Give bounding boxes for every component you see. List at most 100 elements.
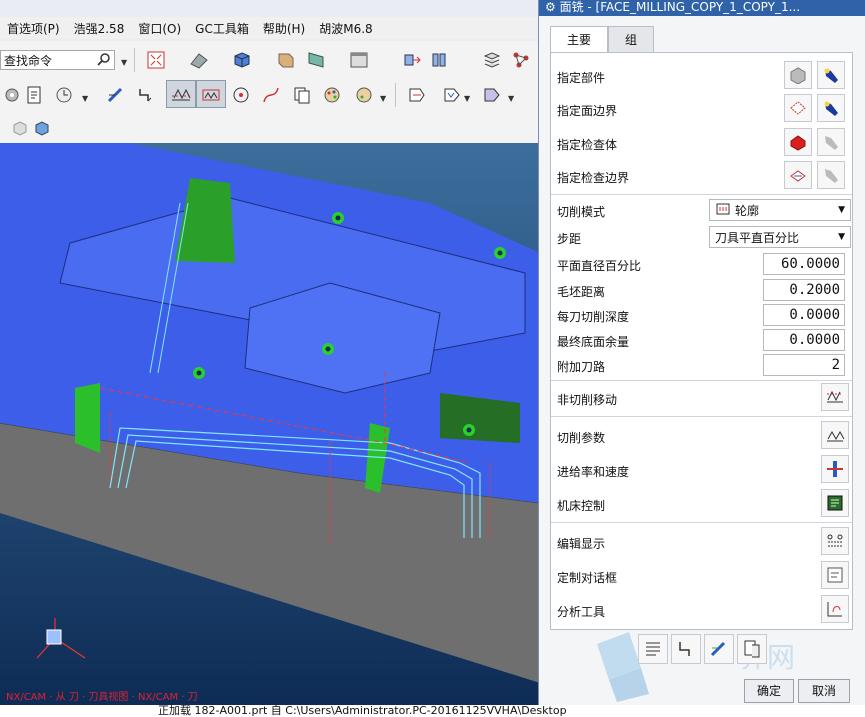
flat-percent-input[interactable]: 60.0000: [763, 253, 845, 275]
stepover-select[interactable]: 刀具平直百分比 ▼: [709, 226, 851, 248]
feeds-speeds-icon[interactable]: [821, 455, 849, 483]
chevron-down-icon[interactable]: ▼: [508, 94, 514, 103]
color-settings-icon[interactable]: [352, 83, 376, 107]
customize-dialog-icon[interactable]: [821, 561, 849, 589]
customize-dialog-row: 定制对话框: [557, 561, 849, 591]
list-icon[interactable]: [638, 634, 668, 664]
target-icon[interactable]: [229, 83, 253, 107]
solid-cube-icon[interactable]: [30, 116, 54, 140]
network-icon[interactable]: [509, 48, 533, 72]
toolpath-replay-icon[interactable]: [671, 634, 701, 664]
menu-preferences[interactable]: 首选项(P): [0, 20, 67, 37]
blank-distance-label: 毛坯距离: [557, 285, 606, 299]
palette-icon[interactable]: [320, 83, 344, 107]
tab-main[interactable]: 主要: [550, 26, 609, 53]
menu-window[interactable]: 窗口(O): [131, 20, 188, 37]
part-model[interactable]: [0, 143, 540, 705]
blank-distance-input[interactable]: 0.2000: [763, 279, 845, 301]
dialog-title: ⚙ 面铣 - [FACE_MILLING_COPY_1_COPY_1...: [539, 0, 865, 16]
tab-group[interactable]: 组: [608, 26, 655, 53]
chevron-down-icon[interactable]: ▼: [464, 94, 470, 103]
dialog-tabs: 主要 组: [550, 26, 655, 53]
list-toolpath-icon[interactable]: [737, 634, 767, 664]
divider: [551, 522, 852, 523]
non-cutting-moves-label: 非切削移动: [557, 393, 618, 407]
chevron-down-icon[interactable]: ▼: [121, 58, 127, 67]
assembly-constraint-icon[interactable]: [427, 48, 451, 72]
gear-icon[interactable]: [0, 83, 24, 107]
check-boundary-icon[interactable]: [784, 161, 812, 189]
clipping-plane-icon[interactable]: [304, 48, 328, 72]
flashlight-icon[interactable]: [817, 94, 845, 122]
stepover-label: 步距: [557, 232, 582, 246]
flashlight-disabled-icon[interactable]: [817, 128, 845, 156]
face-boundary-icon[interactable]: [784, 94, 812, 122]
postprocess-icon[interactable]: [480, 83, 504, 107]
render-style-icon[interactable]: [187, 48, 211, 72]
simulate-icon[interactable]: [405, 83, 429, 107]
graphics-viewport[interactable]: NX/CAM · 从 刀 · 刀具视图 · NX/CAM · 刀: [0, 143, 540, 705]
stepover-value: 刀具平直百分比: [715, 230, 800, 245]
flashlight-icon[interactable]: [817, 61, 845, 89]
check-body-icon[interactable]: [784, 128, 812, 156]
edit-display-icon[interactable]: [821, 527, 849, 555]
specify-face-boundary-row: 指定面边界: [557, 94, 847, 124]
part-icon[interactable]: [784, 61, 812, 89]
depth-per-cut-input[interactable]: 0.0000: [763, 304, 845, 326]
cancel-button[interactable]: 取消: [798, 679, 850, 703]
stepover-row: 步距 刀具平直百分比 ▼: [557, 226, 851, 250]
face-milling-icon[interactable]: [166, 80, 196, 108]
chevron-down-icon[interactable]: ▼: [380, 94, 386, 103]
generate-path-icon[interactable]: [440, 83, 464, 107]
final-floor-stock-input[interactable]: 0.0000: [763, 329, 845, 351]
menu-help[interactable]: 帮助(H): [256, 20, 312, 37]
move-component-icon[interactable]: [400, 48, 424, 72]
cut-pattern-select[interactable]: 轮廓 ▼: [709, 199, 851, 221]
edit-display-label: 编辑显示: [557, 537, 606, 551]
extra-passes-input[interactable]: 2: [763, 354, 845, 376]
specify-check-boundary-label: 指定检查边界: [557, 171, 630, 185]
machine-control-label: 机床控制: [557, 499, 606, 513]
main-tab-panel: 指定部件 指定面边界 指定检查体 指定检查边界 切削模式 轮廓 ▼ 步距 刀具平…: [550, 52, 853, 630]
analysis-tool-label: 分析工具: [557, 605, 606, 619]
menu-haoqiang[interactable]: 浩强2.58: [67, 20, 132, 37]
specify-check-boundary-row: 指定检查边界: [557, 161, 847, 191]
depth-per-cut-row: 每刀切削深度 0.0000: [557, 304, 847, 328]
flat-percent-row: 平面直径百分比 60.0000: [557, 253, 847, 277]
copy-operation-icon[interactable]: [290, 83, 314, 107]
clock-icon[interactable]: [52, 83, 76, 107]
cut-pattern-value: 轮廓: [735, 203, 760, 218]
verify-icon[interactable]: [104, 83, 128, 107]
layer-settings-icon[interactable]: [480, 48, 504, 72]
chevron-down-icon: ▼: [838, 232, 845, 242]
toolbar-separator: [134, 48, 135, 72]
shaded-cube-icon[interactable]: [230, 48, 254, 72]
analysis-tool-icon[interactable]: [821, 595, 849, 623]
command-finder-label: 查找命令: [4, 53, 53, 68]
menu-hubo[interactable]: 胡波M6.8: [312, 20, 379, 37]
curve-icon[interactable]: [259, 83, 283, 107]
cutting-params-icon[interactable]: [821, 421, 849, 449]
chevron-down-icon[interactable]: ▼: [82, 94, 88, 103]
fit-view-icon[interactable]: [144, 48, 168, 72]
menu-gc-toolbox[interactable]: GC工具箱: [188, 20, 256, 37]
flashlight-disabled-icon[interactable]: [817, 161, 845, 189]
section-view-icon[interactable]: [274, 48, 298, 72]
flat-percent-label: 平面直径百分比: [557, 259, 642, 273]
document-icon[interactable]: [22, 83, 46, 107]
customize-dialog-label: 定制对话框: [557, 571, 618, 585]
verify-toolpath-icon[interactable]: [704, 634, 734, 664]
command-finder-input[interactable]: 查找命令: [0, 50, 115, 70]
machine-control-icon[interactable]: [821, 489, 849, 517]
search-icon[interactable]: [97, 52, 111, 69]
specify-part-label: 指定部件: [557, 71, 606, 85]
specify-check-body-row: 指定检查体: [557, 128, 847, 158]
divider: [551, 416, 852, 417]
toolbar-separator: [395, 83, 396, 107]
boundary-milling-icon[interactable]: [196, 80, 226, 108]
ok-button[interactable]: 确定: [744, 679, 794, 703]
wireframe-icon[interactable]: [8, 116, 32, 140]
non-cutting-moves-icon[interactable]: [821, 383, 849, 411]
background-color-icon[interactable]: [347, 48, 371, 72]
toolpath-icon[interactable]: [134, 83, 158, 107]
